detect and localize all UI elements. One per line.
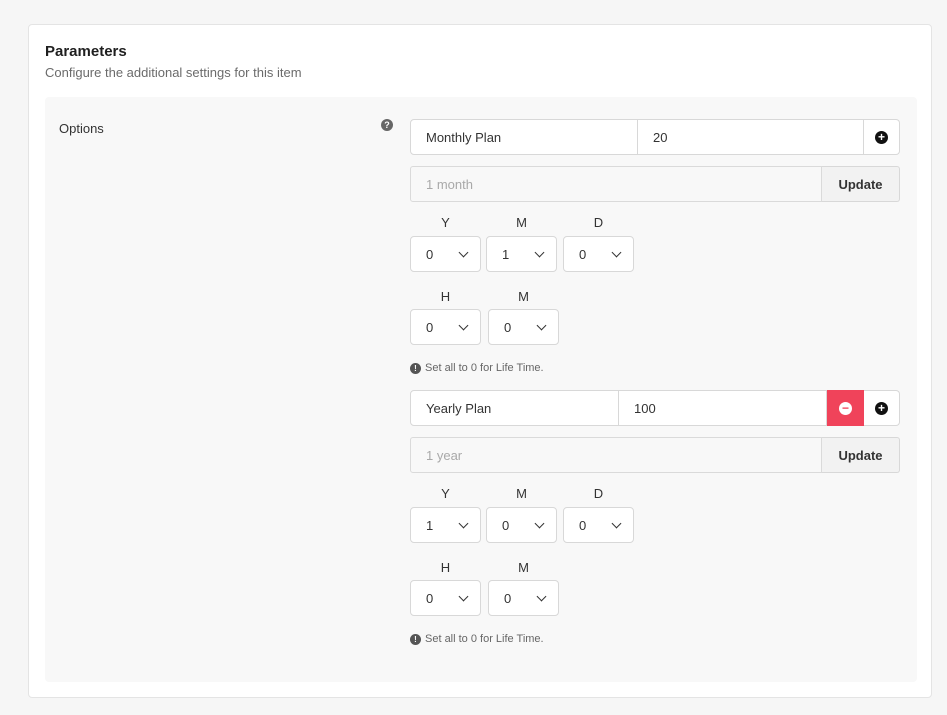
- chevron-down-icon: [458, 591, 469, 602]
- question-circle-icon[interactable]: ?: [381, 119, 393, 131]
- years-select[interactable]: 1: [410, 507, 481, 543]
- months-value: 1: [502, 246, 510, 262]
- option-name-input[interactable]: Monthly Plan: [410, 119, 638, 155]
- months-select[interactable]: 0: [486, 507, 557, 543]
- hours-label: H: [440, 289, 451, 304]
- duration-row: 1 year Update: [410, 437, 900, 473]
- years-value: 1: [426, 517, 434, 533]
- lifetime-note: ! Set all to 0 for Life Time.: [410, 633, 544, 645]
- option-header-row: Monthly Plan 20 +: [410, 119, 900, 155]
- hours-value: 0: [426, 590, 434, 606]
- option-price-input[interactable]: 100: [619, 390, 827, 426]
- days-value: 0: [579, 517, 587, 533]
- minutes-label: M: [518, 560, 529, 575]
- duration-input[interactable]: 1 month: [410, 166, 822, 202]
- option-header-row: Yearly Plan 100 − +: [410, 390, 900, 426]
- lifetime-note-text: Set all to 0 for Life Time.: [425, 362, 544, 374]
- minutes-value: 0: [504, 319, 512, 335]
- chevron-down-icon: [534, 518, 545, 529]
- minutes-label: M: [518, 289, 529, 304]
- days-select[interactable]: 0: [563, 236, 634, 272]
- years-select[interactable]: 0: [410, 236, 481, 272]
- chevron-down-icon: [536, 591, 547, 602]
- years-label: Y: [441, 486, 450, 501]
- months-label: M: [516, 486, 527, 501]
- section-title: Parameters: [45, 43, 127, 60]
- chevron-down-icon: [534, 247, 545, 258]
- update-button[interactable]: Update: [822, 437, 900, 473]
- hours-value: 0: [426, 319, 434, 335]
- plus-circle-icon: +: [875, 401, 888, 415]
- chevron-down-icon: [611, 247, 622, 258]
- plus-circle-icon: +: [875, 130, 888, 144]
- update-button[interactable]: Update: [822, 166, 900, 202]
- duration-row: 1 month Update: [410, 166, 900, 202]
- options-panel: Options ? Monthly Plan 20 + 1 month Upda…: [45, 97, 917, 682]
- section-subtitle: Configure the additional settings for th…: [45, 65, 302, 80]
- parameters-card: Parameters Configure the additional sett…: [28, 24, 932, 698]
- hours-label: H: [440, 560, 451, 575]
- minus-circle-icon: −: [839, 401, 852, 415]
- minutes-select[interactable]: 0: [488, 580, 559, 616]
- hours-select[interactable]: 0: [410, 309, 481, 345]
- days-label: D: [593, 215, 604, 230]
- lifetime-note-text: Set all to 0 for Life Time.: [425, 633, 544, 645]
- months-value: 0: [502, 517, 510, 533]
- years-value: 0: [426, 246, 434, 262]
- remove-option-button[interactable]: −: [827, 390, 864, 426]
- info-circle-icon: !: [410, 362, 421, 374]
- days-value: 0: [579, 246, 587, 262]
- add-option-button[interactable]: +: [864, 390, 900, 426]
- days-select[interactable]: 0: [563, 507, 634, 543]
- days-label: D: [593, 486, 604, 501]
- info-circle-icon: !: [410, 633, 421, 645]
- chevron-down-icon: [458, 247, 469, 258]
- chevron-down-icon: [458, 518, 469, 529]
- chevron-down-icon: [536, 320, 547, 331]
- chevron-down-icon: [611, 518, 622, 529]
- option-price-input[interactable]: 20: [638, 119, 864, 155]
- months-select[interactable]: 1: [486, 236, 557, 272]
- minutes-select[interactable]: 0: [488, 309, 559, 345]
- lifetime-note: ! Set all to 0 for Life Time.: [410, 362, 544, 374]
- hours-select[interactable]: 0: [410, 580, 481, 616]
- chevron-down-icon: [458, 320, 469, 331]
- option-name-input[interactable]: Yearly Plan: [410, 390, 619, 426]
- years-label: Y: [441, 215, 450, 230]
- months-label: M: [516, 215, 527, 230]
- duration-input[interactable]: 1 year: [410, 437, 822, 473]
- options-label: Options: [59, 121, 104, 136]
- add-option-button[interactable]: +: [864, 119, 900, 155]
- minutes-value: 0: [504, 590, 512, 606]
